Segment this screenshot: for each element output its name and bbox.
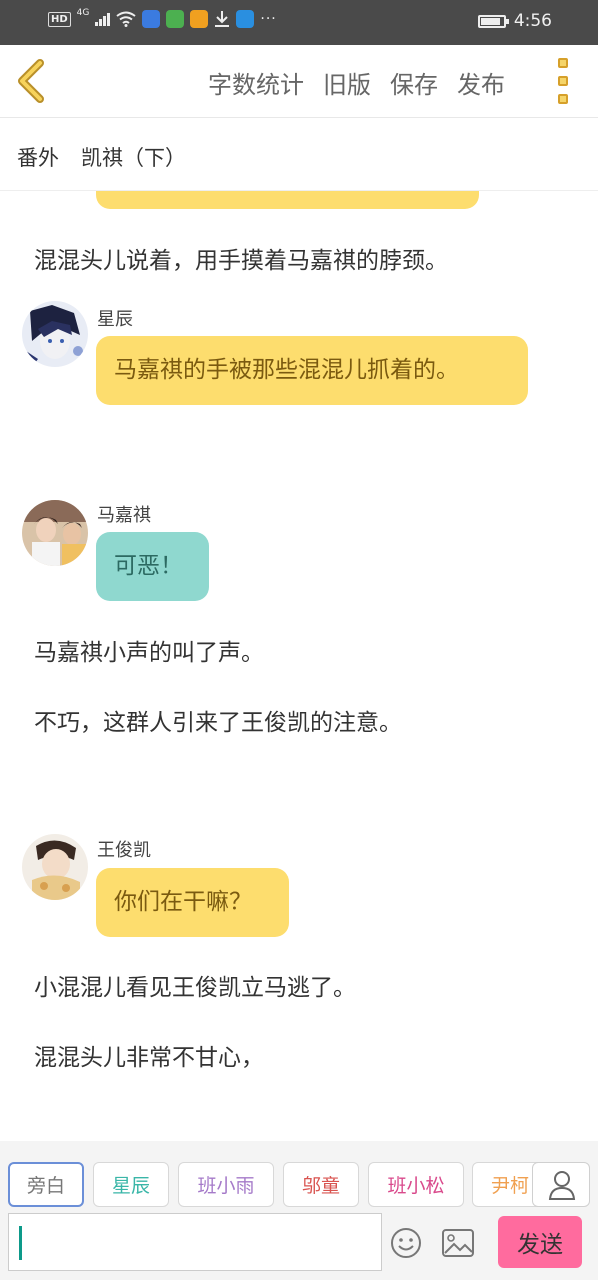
narration-line[interactable]: 马嘉祺小声的叫了声。 (34, 633, 264, 667)
download-icon (215, 11, 230, 27)
old-version-button[interactable]: 旧版 (323, 65, 371, 100)
dialog-bubble[interactable]: 可恶！ (96, 532, 209, 601)
character-name: 星辰 (97, 309, 133, 330)
image-icon[interactable] (442, 1229, 474, 1257)
signal-icon (95, 12, 111, 26)
role-chip[interactable]: 班小雨 (178, 1162, 274, 1207)
hotspot-icon (236, 10, 255, 28)
role-chip-narrator[interactable]: 旁白 (8, 1162, 84, 1207)
chapter-tag: 番外 (17, 146, 59, 170)
more-notifications-icon: ··· (260, 11, 277, 27)
app-icon-video (190, 10, 209, 28)
narration-line[interactable]: 混混头儿说着，用手摸着马嘉祺的脖颈。 (34, 241, 448, 275)
chapter-bar[interactable]: 番外 凯祺（下） (0, 118, 598, 191)
dialog-bubble[interactable]: 马嘉祺的手被那些混混儿抓着的。 (96, 336, 528, 405)
avatar[interactable] (22, 500, 88, 566)
send-button[interactable]: 发送 (498, 1216, 582, 1268)
narration-line[interactable]: 小混混儿看见王俊凯立马逃了。 (34, 968, 356, 1002)
avatar[interactable] (22, 834, 88, 900)
dialog-bubble[interactable]: 你们在干嘛？ (96, 868, 289, 937)
character-name: 王俊凯 (97, 840, 151, 861)
cut-off-bubble (96, 191, 479, 209)
user-icon (548, 1171, 576, 1200)
smiley-icon[interactable] (390, 1227, 422, 1259)
back-button[interactable] (12, 59, 52, 103)
role-manage-button[interactable] (532, 1162, 590, 1207)
status-left: HD 4G ··· (48, 8, 277, 28)
app-icon-green (166, 10, 185, 28)
save-button[interactable]: 保存 (390, 65, 438, 100)
publish-button[interactable]: 发布 (457, 65, 505, 100)
narration-line[interactable]: 不巧，这群人引来了王俊凯的注意。 (34, 703, 402, 737)
word-count-button[interactable]: 字数统计 (208, 65, 304, 100)
network-type: 4G (76, 8, 90, 18)
avatar[interactable] (22, 301, 88, 367)
header-actions: 字数统计 旧版 保存 发布 (208, 65, 505, 100)
status-right: 4:56 (477, 11, 552, 31)
role-chip[interactable]: 星辰 (93, 1162, 169, 1207)
wifi-icon (116, 11, 136, 27)
app-icon-blue (142, 10, 161, 28)
battery-icon (477, 14, 509, 28)
hd-badge: HD (48, 11, 71, 27)
character-name: 马嘉祺 (97, 505, 151, 526)
text-cursor (19, 1226, 22, 1260)
role-chip[interactable]: 班小松 (368, 1162, 464, 1207)
composer-bar: 旁白 星辰 班小雨 邬童 班小松 尹柯 发送 (0, 1141, 598, 1280)
top-toolbar: 字数统计 旧版 保存 发布 (0, 45, 598, 118)
role-chip[interactable]: 邬童 (283, 1162, 359, 1207)
story-content[interactable]: 混混头儿说着，用手摸着马嘉祺的脖颈。 星辰 马嘉祺的手被那些混混儿抓着的。 马嘉… (0, 191, 598, 1141)
clock: 4:56 (513, 11, 552, 31)
more-vertical-icon[interactable] (558, 58, 572, 104)
message-input[interactable] (8, 1213, 382, 1271)
chevron-left-icon (18, 59, 44, 103)
status-bar: HD 4G ··· 4:56 (0, 0, 598, 45)
chapter-title: 凯祺（下） (81, 146, 186, 170)
narration-line[interactable]: 混混头儿非常不甘心， (34, 1038, 264, 1072)
